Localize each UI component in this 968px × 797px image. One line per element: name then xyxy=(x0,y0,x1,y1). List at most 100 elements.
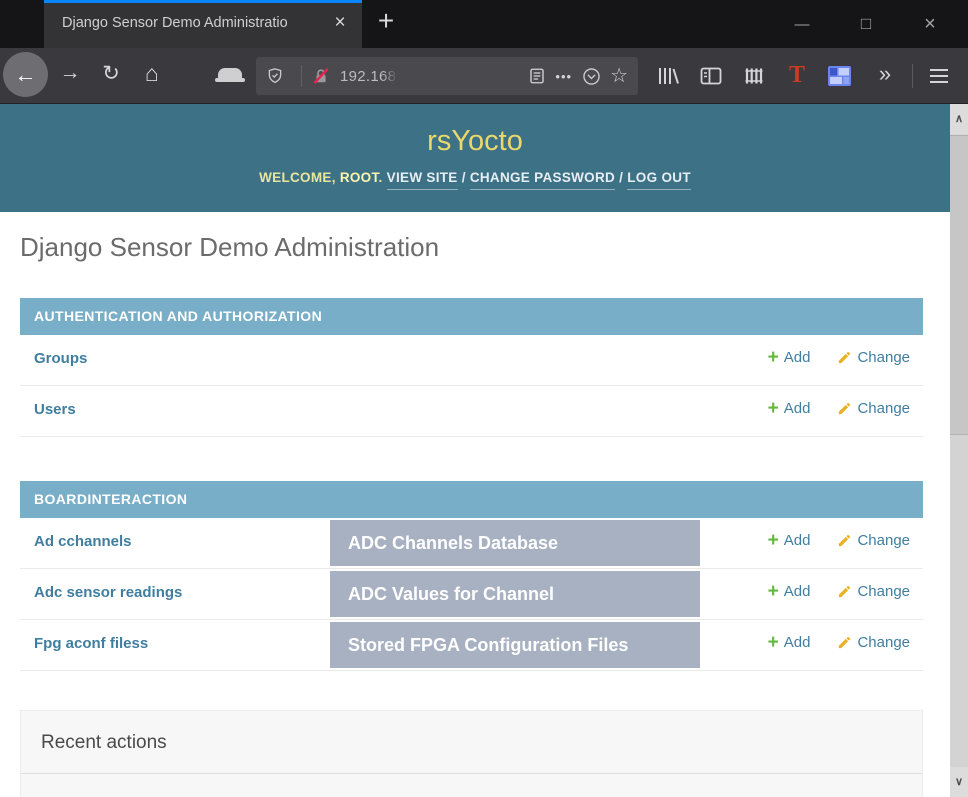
tab-bar: Django Sensor Demo Administratio × + — □… xyxy=(0,0,968,48)
add-link[interactable]: + Add xyxy=(767,529,811,551)
username: ROOT xyxy=(339,170,379,185)
change-label: Change xyxy=(857,532,910,549)
reader-mode-icon[interactable] xyxy=(528,67,546,85)
change-link[interactable]: Change xyxy=(837,532,910,549)
add-label: Add xyxy=(783,349,811,366)
site-header: rsYocto WELCOME, ROOT. VIEW SITE / CHANG… xyxy=(0,104,950,212)
new-tab-button[interactable]: + xyxy=(368,5,404,37)
table-row: Fpg aconf filess Stored FPGA Configurati… xyxy=(20,620,923,671)
tiles-extension-icon[interactable] xyxy=(826,63,852,89)
back-button[interactable]: ← xyxy=(3,52,48,97)
plus-icon: + xyxy=(767,631,779,653)
plus-icon: + xyxy=(767,346,779,368)
pencil-icon xyxy=(839,402,851,415)
user-tools: WELCOME, ROOT. VIEW SITE / CHANGE PASSWO… xyxy=(0,170,950,190)
recent-actions-divider xyxy=(21,773,922,774)
link-separator: / xyxy=(461,170,466,185)
url-fade xyxy=(382,67,399,85)
plus-icon: + xyxy=(767,529,779,551)
overflow-chevrons-icon[interactable]: » xyxy=(872,61,898,87)
home-button[interactable]: ⌂ xyxy=(137,60,167,87)
module-auth: AUTHENTICATION AND AUTHORIZATION Groups … xyxy=(20,298,923,437)
change-password-link[interactable]: CHANGE PASSWORD xyxy=(469,170,616,190)
t-extension-icon[interactable]: T xyxy=(784,62,810,88)
tab-title: Django Sensor Demo Administratio xyxy=(62,15,288,31)
nav-toolbar: ← → ↻ ⌂ 192.168 ••• ☆ T » xyxy=(0,48,968,104)
period: . xyxy=(378,170,383,185)
scrollbar-thumb[interactable] xyxy=(950,135,968,435)
view-site-link[interactable]: VIEW SITE xyxy=(386,170,458,190)
pencil-icon xyxy=(839,351,851,364)
add-label: Add xyxy=(783,532,811,549)
change-link[interactable]: Change xyxy=(837,583,910,600)
recent-actions-title: Recent actions xyxy=(41,732,167,753)
model-link-users[interactable]: Users xyxy=(34,401,76,418)
module-boardinteraction: BOARDINTERACTION Ad cchannels ADC Channe… xyxy=(20,481,923,671)
sidebar-icon[interactable] xyxy=(698,63,724,89)
pencil-icon xyxy=(839,534,851,547)
pencil-icon xyxy=(839,585,851,598)
annotation-overlay: Stored FPGA Configuration Files xyxy=(330,622,700,668)
model-link-fpga-conf-files[interactable]: Fpg aconf filess xyxy=(34,635,148,652)
page-title: Django Sensor Demo Administration xyxy=(20,232,440,262)
minimize-button[interactable]: — xyxy=(770,16,834,33)
pocket-icon[interactable] xyxy=(582,67,601,86)
change-label: Change xyxy=(857,634,910,651)
url-bar[interactable]: 192.168 ••• ☆ xyxy=(256,57,638,95)
welcome-label: WELCOME, xyxy=(259,170,336,185)
page-content: rsYocto WELCOME, ROOT. VIEW SITE / CHANG… xyxy=(0,104,950,797)
module-caption: BOARDINTERACTION xyxy=(20,481,923,518)
table-row: Groups + Add Change xyxy=(20,335,923,386)
insecure-lock-icon[interactable] xyxy=(311,66,331,86)
close-button[interactable]: × xyxy=(898,13,962,36)
add-label: Add xyxy=(783,634,811,651)
browser-window: Django Sensor Demo Administratio × + — □… xyxy=(0,0,968,797)
logout-link[interactable]: LOG OUT xyxy=(627,170,691,190)
shield-icon[interactable] xyxy=(266,67,284,85)
module-caption: AUTHENTICATION AND AUTHORIZATION xyxy=(20,298,923,335)
add-link[interactable]: + Add xyxy=(767,580,811,602)
change-label: Change xyxy=(857,400,910,417)
add-link[interactable]: + Add xyxy=(767,397,811,419)
change-label: Change xyxy=(857,349,910,366)
forward-button[interactable]: → xyxy=(55,61,85,85)
plus-icon: + xyxy=(767,580,779,602)
scroll-up-button[interactable]: ∧ xyxy=(950,104,968,134)
tab-title-fade xyxy=(288,3,326,48)
add-link[interactable]: + Add xyxy=(767,631,811,653)
recent-actions-panel: Recent actions My actions xyxy=(20,710,923,797)
window-controls: — □ × xyxy=(770,0,962,48)
toolbar-separator xyxy=(912,64,913,88)
change-label: Change xyxy=(857,583,910,600)
annotation-overlay: ADC Values for Channel xyxy=(330,571,700,617)
maximize-button[interactable]: □ xyxy=(834,14,898,34)
urlbar-separator xyxy=(301,65,302,87)
table-row: Adc sensor readings ADC Values for Chann… xyxy=(20,569,923,620)
vertical-scrollbar[interactable]: ∧ ∨ xyxy=(950,104,968,797)
table-row: Users + Add Change xyxy=(20,386,923,437)
scroll-down-button[interactable]: ∨ xyxy=(950,767,968,797)
model-link-adc-sensor-readings[interactable]: Adc sensor readings xyxy=(34,584,182,601)
model-link-groups[interactable]: Groups xyxy=(34,350,87,367)
library-icon[interactable] xyxy=(655,63,681,89)
model-link-adc-channels[interactable]: Ad cchannels xyxy=(34,533,132,550)
page-actions-icon[interactable]: ••• xyxy=(555,69,572,84)
fence-icon[interactable] xyxy=(741,63,767,89)
pencil-icon xyxy=(839,636,851,649)
url-text[interactable]: 192.168 xyxy=(340,67,399,85)
table-row: Ad cchannels ADC Channels Database + Add … xyxy=(20,518,923,569)
active-tab[interactable]: Django Sensor Demo Administratio × xyxy=(44,0,362,48)
add-label: Add xyxy=(783,583,811,600)
site-brand[interactable]: rsYocto xyxy=(0,104,950,158)
change-link[interactable]: Change xyxy=(837,634,910,651)
reload-button[interactable]: ↻ xyxy=(96,61,126,86)
hat-icon[interactable] xyxy=(215,68,245,82)
tab-close-button[interactable]: × xyxy=(328,11,352,35)
plus-icon: + xyxy=(767,397,779,419)
annotation-overlay: ADC Channels Database xyxy=(330,520,700,566)
hamburger-menu-icon[interactable] xyxy=(926,63,952,89)
change-link[interactable]: Change xyxy=(837,400,910,417)
bookmark-star-icon[interactable]: ☆ xyxy=(610,66,628,86)
add-link[interactable]: + Add xyxy=(767,346,811,368)
change-link[interactable]: Change xyxy=(837,349,910,366)
